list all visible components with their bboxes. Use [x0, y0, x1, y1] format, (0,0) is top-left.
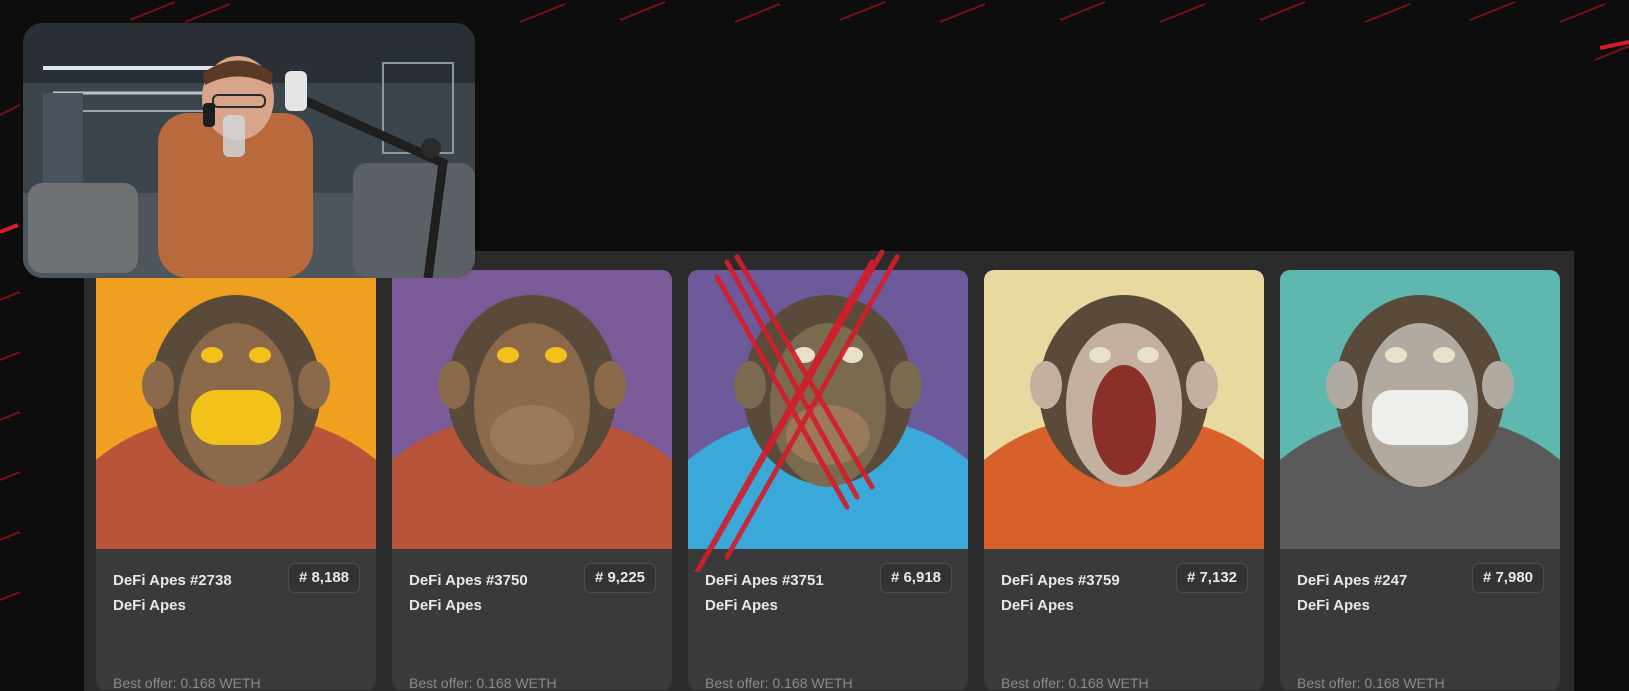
nft-image[interactable]: [96, 270, 376, 549]
best-offer: Best offer: 0.168 WETH: [113, 675, 261, 690]
rarity-rank-badge: # 7,980: [1471, 563, 1544, 593]
best-offer: Best offer: 0.168 WETH: [705, 675, 853, 690]
nft-name[interactable]: DeFi Apes #2738: [113, 572, 232, 589]
rarity-rank-badge: # 8,188: [287, 563, 360, 593]
collection-name[interactable]: DeFi Apes: [705, 597, 778, 614]
rarity-rank-badge: # 7,132: [1175, 563, 1248, 593]
streamer-video: [23, 23, 475, 278]
collection-name[interactable]: DeFi Apes: [113, 597, 186, 614]
collection-name[interactable]: DeFi Apes: [1001, 597, 1074, 614]
rarity-rank-badge: # 6,918: [879, 563, 952, 593]
nft-name[interactable]: DeFi Apes #3751: [705, 572, 824, 589]
nft-image[interactable]: [984, 270, 1264, 549]
best-offer: Best offer: 0.168 WETH: [409, 675, 557, 690]
collection-name[interactable]: DeFi Apes: [409, 597, 482, 614]
collection-name[interactable]: DeFi Apes: [1297, 597, 1370, 614]
nft-image[interactable]: [1280, 270, 1560, 549]
webcam-overlay: [23, 23, 475, 278]
nft-card[interactable]: DeFi Apes #3759 # 7,132 DeFi Apes Best o…: [984, 270, 1264, 690]
nft-name[interactable]: DeFi Apes #3759: [1001, 572, 1120, 589]
nft-card[interactable]: DeFi Apes #3751 # 6,918 DeFi Apes Best o…: [688, 270, 968, 690]
best-offer: Best offer: 0.168 WETH: [1297, 675, 1445, 690]
nft-name[interactable]: DeFi Apes #3750: [409, 572, 528, 589]
nft-image[interactable]: [688, 270, 968, 549]
nft-card[interactable]: DeFi Apes #247 # 7,980 DeFi Apes Best of…: [1280, 270, 1560, 690]
rarity-rank-badge: # 9,225: [583, 563, 656, 593]
best-offer: Best offer: 0.168 WETH: [1001, 675, 1149, 690]
nft-name[interactable]: DeFi Apes #247: [1297, 572, 1407, 589]
nft-card[interactable]: DeFi Apes #3750 # 9,225 DeFi Apes Best o…: [392, 270, 672, 690]
nft-image[interactable]: [392, 270, 672, 549]
nft-card[interactable]: DeFi Apes #2738 # 8,188 DeFi Apes Best o…: [96, 270, 376, 690]
